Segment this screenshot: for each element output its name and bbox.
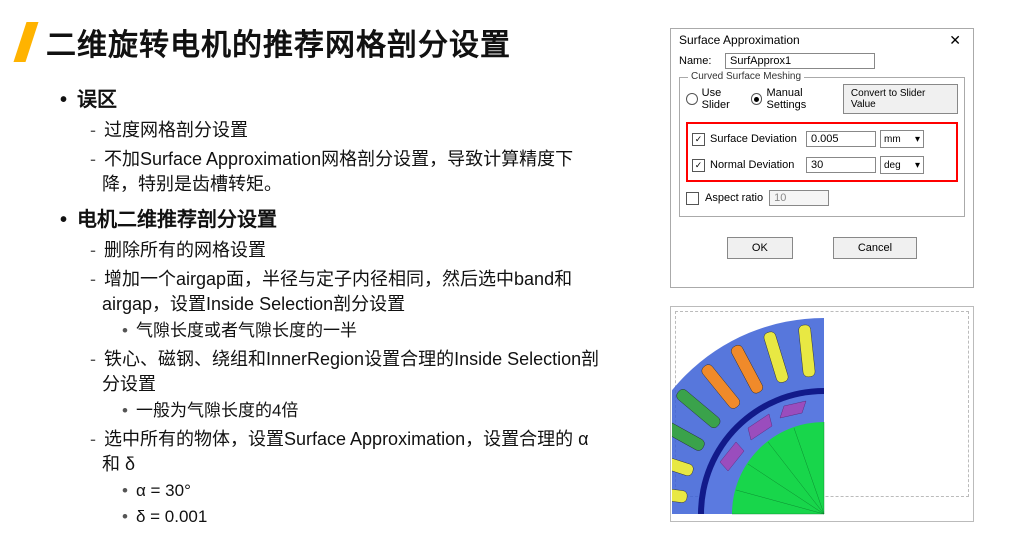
aspect-ratio-label: Aspect ratio <box>705 192 763 204</box>
section-2-head: •电机二维推荐剖分设置 <box>60 206 600 234</box>
manual-settings-radio[interactable]: Manual Settings <box>751 87 843 111</box>
slide-title: 二维旋转电机的推荐网格剖分设置 <box>46 20 511 64</box>
mode-radio-row: Use Slider Manual Settings Convert to Sl… <box>686 84 958 114</box>
cancel-button[interactable]: Cancel <box>833 237 917 259</box>
close-icon[interactable]: ✕ <box>945 33 965 47</box>
name-input[interactable] <box>725 53 875 69</box>
motor-mesh-svg <box>672 308 972 518</box>
unit-value: mm <box>884 134 901 145</box>
dialog-titlebar: Surface Approximation ✕ <box>671 29 973 51</box>
radio-icon <box>751 93 763 105</box>
fieldset-legend: Curved Surface Meshing <box>688 71 804 82</box>
ok-button[interactable]: OK <box>727 237 793 259</box>
sec1-item-1: 过度网格剖分设置 <box>90 118 600 143</box>
section-1-head: •误区 <box>60 86 600 114</box>
sec2-item-2: 增加一个airgap面，半径与定子内径相同，然后选中band和airgap，设置… <box>90 267 600 317</box>
body-content: •误区 过度网格剖分设置 不加Surface Approximation网格剖分… <box>60 78 600 529</box>
motor-mesh-figure <box>670 306 974 522</box>
surface-deviation-unit-select[interactable]: mm ▾ <box>880 130 924 148</box>
use-slider-label: Use Slider <box>702 87 751 111</box>
surface-deviation-label: Surface Deviation <box>710 133 802 145</box>
manual-settings-label: Manual Settings <box>766 87 842 111</box>
convert-button[interactable]: Convert to Slider Value <box>843 84 958 114</box>
aspect-ratio-input <box>769 190 829 206</box>
aspect-ratio-checkbox[interactable] <box>686 192 699 205</box>
normal-deviation-checkbox[interactable] <box>692 159 705 172</box>
deviation-highlight: Surface Deviation mm ▾ Normal Deviation … <box>686 122 958 182</box>
sec2-item-2a: •气隙长度或者气隙长度的一半 <box>122 319 600 343</box>
chevron-down-icon: ▾ <box>915 160 920 171</box>
chevron-down-icon: ▾ <box>915 134 920 145</box>
surface-deviation-input[interactable] <box>806 131 876 147</box>
sec2-item-3a: •一般为气隙长度的4倍 <box>122 399 600 423</box>
sec2-item-4b: •δ = 0.001 <box>122 505 600 529</box>
dialog-title: Surface Approximation <box>679 33 800 47</box>
sec1-item-2: 不加Surface Approximation网格剖分设置，导致计算精度下降，特… <box>90 147 600 197</box>
curved-surface-meshing-group: Curved Surface Meshing Use Slider Manual… <box>679 77 965 217</box>
title-row: 二维旋转电机的推荐网格剖分设置 <box>20 20 511 64</box>
dialog-buttons: OK Cancel <box>671 237 973 259</box>
normal-deviation-label: Normal Deviation <box>710 159 802 171</box>
sec2-item-1: 删除所有的网格设置 <box>90 238 600 263</box>
name-row: Name: <box>671 51 973 71</box>
aspect-ratio-row: Aspect ratio <box>686 190 958 206</box>
normal-deviation-unit-select[interactable]: deg ▾ <box>880 156 924 174</box>
normal-deviation-input[interactable] <box>806 157 876 173</box>
slide: 二维旋转电机的推荐网格剖分设置 •误区 过度网格剖分设置 不加Surface A… <box>0 0 1014 541</box>
surface-approximation-dialog: Surface Approximation ✕ Name: Curved Sur… <box>670 28 974 288</box>
sec2-item-4a: •α = 30° <box>122 479 600 503</box>
radio-icon <box>686 93 698 105</box>
accent-bar <box>14 22 39 62</box>
surface-deviation-checkbox[interactable] <box>692 133 705 146</box>
sec2-item-3: 铁心、磁钢、绕组和InnerRegion设置合理的Inside Selectio… <box>90 347 600 397</box>
name-label: Name: <box>679 55 725 67</box>
sec2-item-4: 选中所有的物体，设置Surface Approximation，设置合理的 α … <box>90 427 600 477</box>
use-slider-radio[interactable]: Use Slider <box>686 87 751 111</box>
unit-value: deg <box>884 160 901 171</box>
